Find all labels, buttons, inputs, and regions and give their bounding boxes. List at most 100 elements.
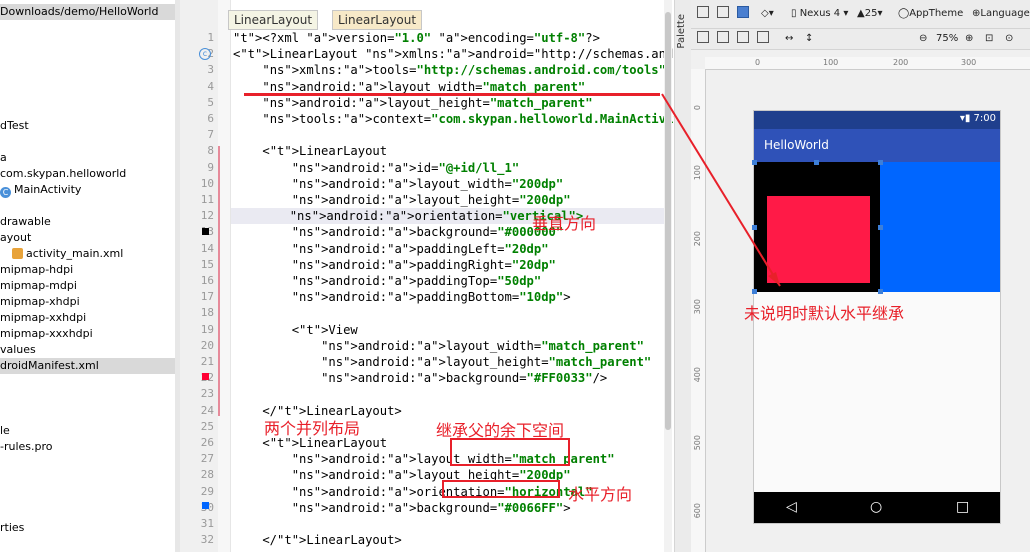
api-selector[interactable]: ▲25▾ — [857, 6, 882, 22]
nav-home-icon[interactable]: ○ — [870, 492, 882, 523]
annotation-underline — [244, 93, 660, 96]
refresh-icon[interactable]: ⊙ — [1005, 31, 1013, 47]
tree-item[interactable]: mipmap-xxxhdpi — [0, 326, 93, 342]
tree-item[interactable]: droidManifest.xml — [0, 358, 175, 374]
device-label: Nexus 4 — [799, 8, 841, 19]
line-number: 20 — [200, 338, 214, 352]
theme-label: AppTheme — [909, 8, 964, 19]
project-panel: Downloads/demo/HelloWorld dTest a com.skypa… — [0, 0, 176, 552]
line-number: 6 — [207, 112, 214, 125]
code-line[interactable]: "t"><?xml "a">version="1.0" "a">encoding… — [233, 30, 600, 46]
class-icon: C — [0, 187, 11, 198]
line-number: 8 — [207, 144, 214, 158]
line-number: 26 — [200, 436, 214, 449]
ruler-h-tick: 100 — [823, 58, 839, 67]
line-number: 29 — [200, 484, 214, 498]
tree-item[interactable]: values — [0, 342, 36, 358]
code-line[interactable]: "ns">android:"a">paddingLeft="20dp" — [233, 241, 549, 257]
zoom-out-icon[interactable]: ⊖ — [919, 31, 927, 47]
selection-handle[interactable] — [878, 160, 883, 165]
tree-item[interactable]: drawable — [0, 214, 51, 230]
zoom-in-icon[interactable]: ⊕ — [965, 31, 973, 47]
annotation-default-horizontal: 未说明时默认水平继承 — [744, 304, 905, 323]
tree-item-label: droidManifest.xml — [0, 359, 99, 372]
line-number: 19 — [200, 322, 214, 336]
code-line[interactable]: "ns">android:"a">layout_height="200dp" — [233, 192, 571, 208]
code-line[interactable]: "ns">android:"a">background="#000000" — [233, 224, 564, 240]
color-swatch-black-icon[interactable] — [202, 228, 209, 235]
language-selector[interactable]: ⊕Language — [972, 6, 1030, 22]
annotation-two-layouts: 两个并列布局 — [264, 419, 361, 438]
toolbar-icon-2[interactable] — [717, 31, 729, 47]
tree-item-label: ayout — [0, 231, 32, 244]
tree-item[interactable]: dTest — [0, 118, 29, 134]
scope-marker — [218, 146, 220, 416]
orientation-icon[interactable]: ◇▾ — [761, 6, 774, 22]
nav-recent-icon[interactable]: □ — [956, 492, 969, 523]
code-line[interactable]: <"t">LinearLayout — [233, 143, 387, 159]
color-swatch-red-icon[interactable] — [202, 373, 209, 380]
class-gutter-icon[interactable]: c — [199, 48, 211, 60]
horizontal-expand-icon[interactable]: ↔ — [785, 31, 793, 47]
code-line[interactable]: "ns">android:"a">layout_height="match_pa… — [233, 95, 592, 111]
breadcrumb-item-1[interactable]: LinearLayout — [228, 10, 319, 30]
code-line[interactable]: "ns">android:"a">id="@+id/ll_1" — [233, 160, 520, 176]
breadcrumb-item-2[interactable]: LinearLayout — [332, 10, 423, 30]
tree-item[interactable]: le — [0, 423, 10, 439]
tree-item[interactable]: mipmap-mdpi — [0, 278, 77, 294]
tree-item[interactable]: a — [0, 150, 7, 166]
code-line[interactable]: "ns">android:"a">paddingRight="20dp" — [233, 257, 556, 273]
line-number: 16 — [200, 274, 214, 287]
tree-item-label: com.skypan.helloworld — [0, 167, 127, 180]
code-line[interactable]: "ns">android:"a">background="#FF0033"/> — [233, 370, 607, 386]
code-line[interactable]: </"t">LinearLayout> — [233, 532, 401, 548]
selection-handle[interactable] — [878, 225, 883, 230]
code-line[interactable]: "ns">android:"a">layout_width="match_par… — [233, 338, 644, 354]
tree-item[interactable]: com.skypan.helloworld — [0, 166, 126, 182]
line-number: 23 — [200, 387, 214, 401]
tree-item[interactable]: mipmap-xhdpi — [0, 294, 80, 310]
theme-selector[interactable]: ◯AppTheme — [898, 6, 963, 22]
tree-item-label: mipmap-mdpi — [0, 279, 77, 292]
tree-item[interactable]: mipmap-xxhdpi — [0, 310, 86, 326]
tree-item[interactable]: Downloads/demo/HelloWorld — [0, 4, 175, 20]
device-selector[interactable]: ▯ Nexus 4 ▾ — [791, 6, 848, 22]
vertical-expand-icon[interactable]: ↕ — [805, 31, 813, 47]
code-line[interactable]: "ns">xmlns:"a">tools="http://schemas.and… — [233, 62, 666, 78]
line-number: 4 — [207, 79, 214, 93]
blueprint-view-icon[interactable] — [717, 6, 729, 22]
code-line[interactable]: "ns">android:"a">layout_width="200dp" — [233, 176, 564, 192]
line-number: 15 — [200, 257, 214, 271]
status-time: ▾▮ 7:00 — [959, 113, 996, 124]
toolbar-icon-3[interactable] — [737, 31, 749, 47]
tree-item[interactable]: mipmap-hdpi — [0, 262, 73, 278]
code-line[interactable]: "ns">android:"a">background="#0066FF"> — [233, 500, 571, 516]
tree-item[interactable]: ayout — [0, 230, 31, 246]
tree-item-label: a — [0, 151, 7, 164]
tree-item[interactable]: C MainActivity — [0, 182, 81, 198]
code-line[interactable]: "ns">tools:"a">context="com.skypan.hello… — [233, 111, 702, 127]
code-line[interactable]: "ns">android:"a">orientation="vertical"> — [231, 208, 665, 225]
ruler-horizontal: 0 100 200 300 — [705, 57, 1030, 70]
linear-layout-horizontal[interactable] — [880, 162, 1000, 292]
language-label: Language — [980, 8, 1030, 19]
both-view-icon[interactable] — [737, 6, 749, 22]
line-number: 18 — [200, 306, 214, 320]
code-line[interactable]: "ns">android:"a">layout_height="match_pa… — [233, 354, 651, 370]
design-view-icon[interactable] — [697, 6, 709, 22]
selection-handle[interactable] — [878, 289, 883, 294]
color-swatch-blue-icon[interactable] — [202, 502, 209, 509]
toolbar-icon-4[interactable] — [757, 31, 769, 47]
toolbar-icon-1[interactable] — [697, 31, 709, 47]
zoom-fit-icon[interactable]: ⊡ — [985, 31, 993, 47]
code-line[interactable]: <"t">View — [233, 322, 358, 338]
tree-item[interactable]: rties — [0, 520, 24, 536]
code-line[interactable]: "ns">android:"a">paddingTop="50dp" — [233, 273, 542, 289]
code-line[interactable]: "ns">android:"a">paddingBottom="10dp"> — [233, 289, 571, 305]
nav-back-icon[interactable]: ◁ — [786, 492, 797, 523]
tree-item[interactable]: -rules.pro — [0, 439, 53, 455]
tree-item[interactable]: activity_main.xml — [0, 246, 123, 262]
line-number: 12 — [200, 209, 214, 223]
ruler-v-tick: 600 — [693, 503, 702, 519]
selection-handle[interactable] — [814, 160, 819, 165]
